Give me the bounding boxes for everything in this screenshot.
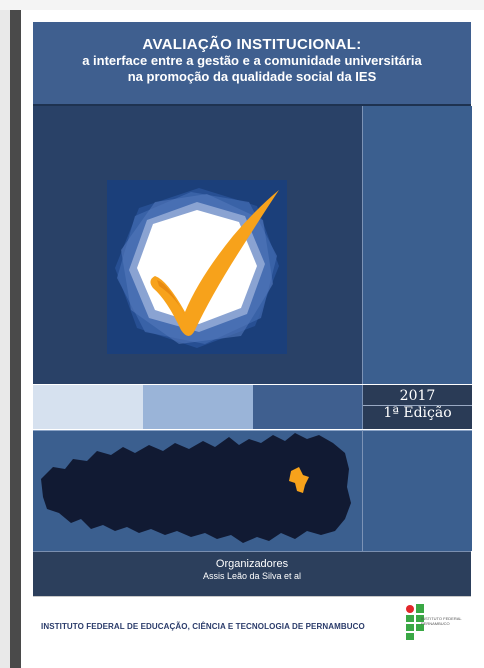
color-stripe-dark: [253, 385, 362, 429]
edition-number: 1ª Edição: [383, 405, 452, 421]
footer-institution-bar: INSTITUTO FEDERAL DE EDUCAÇÃO, CIÊNCIA E…: [33, 596, 471, 659]
right-map-column: [362, 430, 472, 551]
map-panel: [33, 430, 362, 551]
ifpe-logo-text: INSTITUTO FEDERAL PERNAMBUCO: [421, 616, 462, 626]
color-stripe-light: [33, 385, 143, 429]
title-main: AVALIAÇÃO INSTITUCIONAL:: [142, 36, 362, 53]
edition-box: 2017 1ª Edição: [362, 385, 472, 429]
title-banner: AVALIAÇÃO INSTITUCIONAL: a interface ent…: [33, 22, 471, 106]
map-icon: [41, 433, 351, 543]
edition-divider: [363, 405, 472, 406]
right-color-column: [362, 106, 472, 384]
organizers-label: Organizadores: [215, 558, 289, 570]
book-spine-edge: [10, 10, 21, 668]
checkmark-icon: [107, 180, 287, 354]
institution-name: INSTITUTO FEDERAL DE EDUCAÇÃO, CIÊNCIA E…: [41, 622, 365, 631]
edition-year: 2017: [399, 388, 436, 404]
title-subtitle-line-2: na promoção da qualidade social da IES: [127, 69, 377, 84]
checkmark-illustration: [107, 180, 287, 354]
viewer-left-margin: [0, 10, 10, 668]
organizers-box: Organizadores Assis Leão da Silva et al: [33, 551, 471, 596]
organizers-names: Assis Leão da Silva et al: [202, 571, 302, 581]
color-stripe-medium: [143, 385, 253, 429]
title-subtitle-line-1: a interface entre a gestão e a comunidad…: [82, 53, 422, 68]
